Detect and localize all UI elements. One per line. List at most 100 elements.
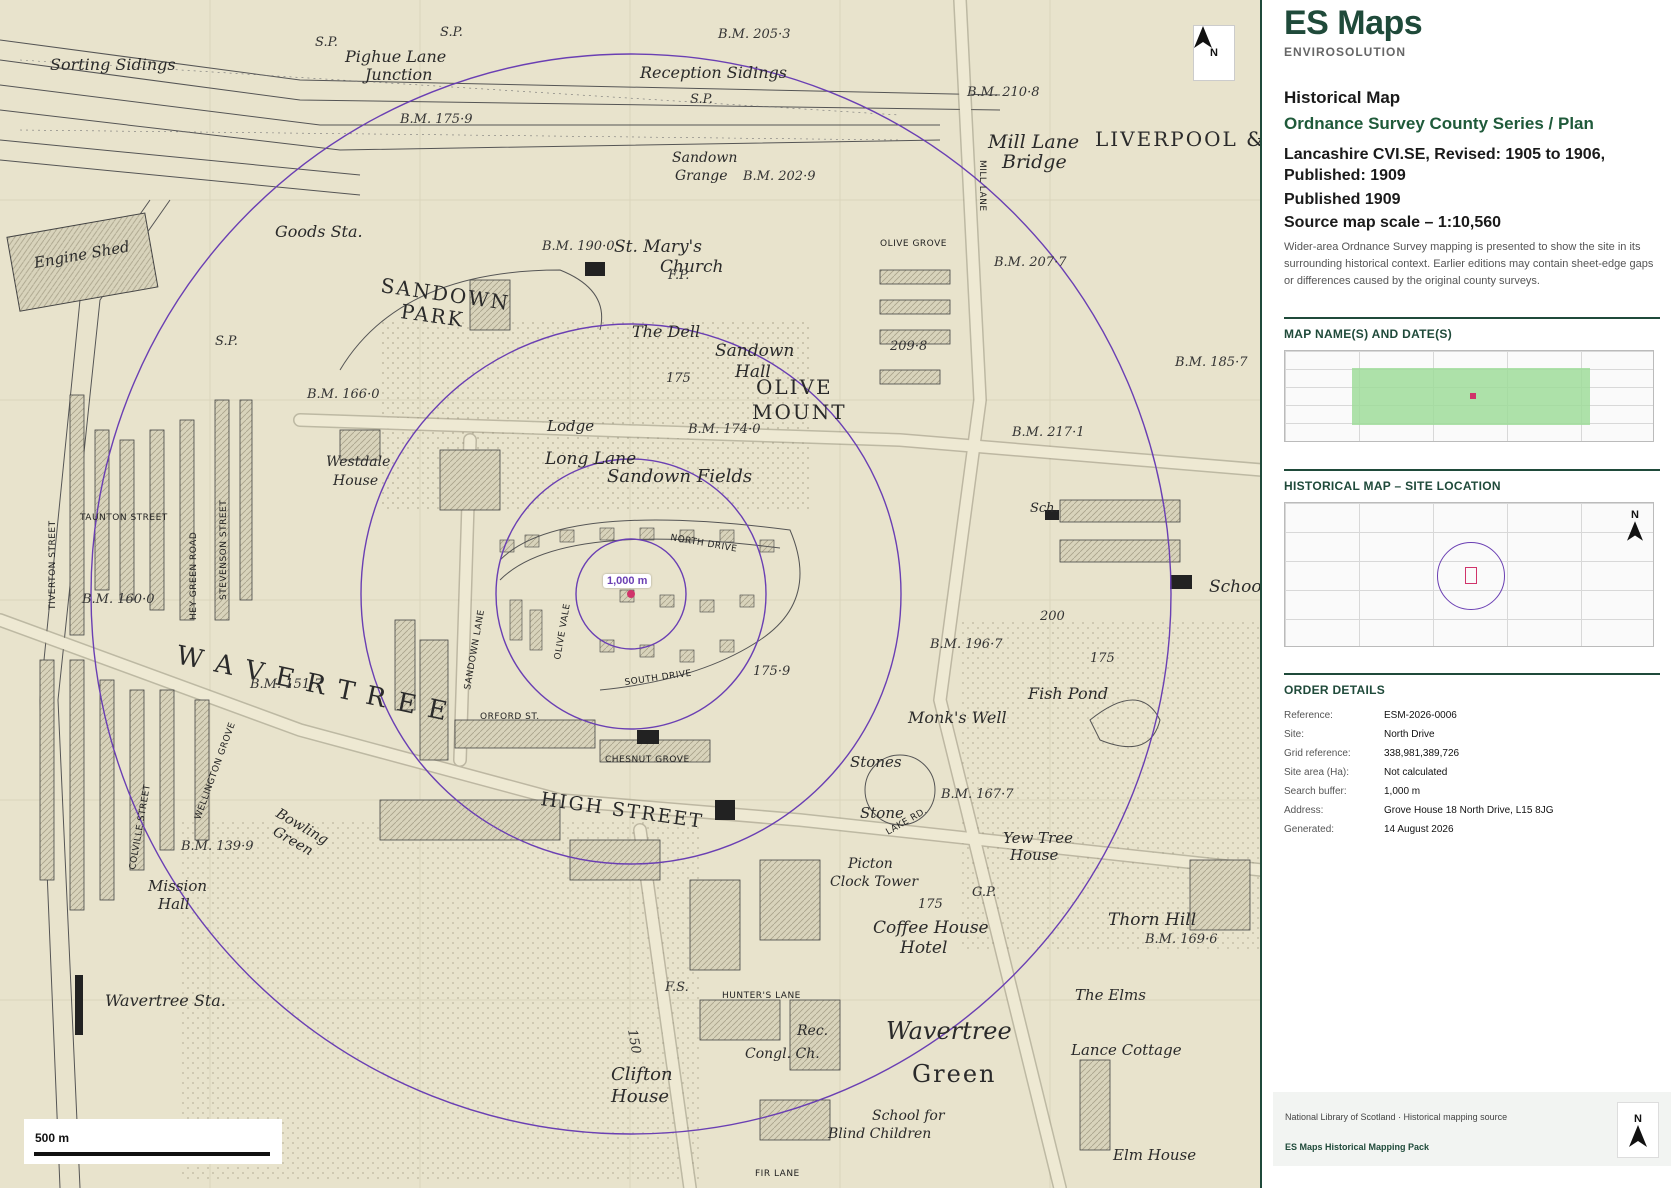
scale-bar-line <box>34 1152 270 1156</box>
map-label-picton-1: Picton <box>847 856 893 872</box>
map-label-coffee-2: Hotel <box>899 938 947 958</box>
map-label-mill-lane-bridge-2: Bridge <box>1001 151 1067 173</box>
order-value: 338,981,389,726 <box>1384 748 1460 759</box>
map-label-mission-2: Hall <box>157 895 190 913</box>
order-key: Search buffer: <box>1284 786 1347 797</box>
order-value: North Drive <box>1384 729 1435 740</box>
map-label-bm-202: B.M. 202·9 <box>742 169 815 184</box>
map-label-olive-grove: OLIVE GROVE <box>880 239 947 249</box>
map-label-sandown-fields: Sandown Fields <box>607 466 752 487</box>
map-label-hunters-lane: HUNTER'S LANE <box>722 991 801 1001</box>
map-label-stone: Stone <box>860 804 904 822</box>
map-label-bm-160: B.M. 160·0 <box>81 592 154 607</box>
order-value: 1,000 m <box>1384 786 1421 797</box>
order-key: Reference: <box>1284 710 1333 721</box>
order-row: Address: Grove House 18 North Drive, L15 … <box>1284 802 1654 821</box>
footer-source: National Library of Scotland · Historica… <box>1285 1112 1508 1122</box>
map-label-lance-cottage: Lance Cottage <box>1070 1041 1182 1059</box>
map-label-rec: Rec. <box>796 1023 828 1039</box>
map-label-school-blind-1: School for <box>872 1108 946 1124</box>
order-key: Site area (Ha): <box>1284 767 1350 778</box>
map-label-h175a: 175 <box>666 371 691 386</box>
map-label-sorting-sidings: Sorting Sidings <box>50 55 176 74</box>
map-label-bm-174: B.M. 174·0 <box>687 422 760 437</box>
map-label-bm-207: B.M. 207·7 <box>993 255 1067 270</box>
map-label-bm-167: B.M. 167·7 <box>940 787 1014 802</box>
map-label-the-elms: The Elms <box>1075 986 1146 1004</box>
map-label-wavertree-green-2: Green <box>912 1060 997 1088</box>
map-label-reception-sidings: Reception Sidings <box>639 63 787 82</box>
map-label-gp: G.P. <box>972 885 996 900</box>
site-marker <box>1470 393 1476 399</box>
map-label-sp3: S.P. <box>690 92 713 107</box>
map-label-orford-st: ORFORD ST. <box>480 712 540 722</box>
map-label-sp4: S.P. <box>215 334 238 349</box>
map-label-bm-185: B.M. 185·7 <box>1174 355 1248 370</box>
map-label-tiverton-street: TIVERTON STREET <box>48 520 58 611</box>
map-label-mission-1: Mission <box>147 877 207 895</box>
map-label-mill-lane-bridge-1: Mill Lane <box>987 131 1079 153</box>
map-label-chesnut-grove: CHESNUT GROVE <box>605 755 690 765</box>
scale-bar: 500 m <box>24 1119 282 1164</box>
source-scale: Source map scale – 1:10,560 <box>1284 214 1502 231</box>
map-label-sp2: S.P. <box>440 25 463 40</box>
map-label-yew-tree-2: House <box>1009 846 1058 864</box>
north-label: N <box>1210 47 1218 59</box>
map-label-hey-green-road: HEY GREEN ROAD <box>189 532 199 620</box>
map-label-school: School <box>1209 577 1262 597</box>
north-arrow-icon <box>1627 521 1643 541</box>
map-label-yew-tree-1: Yew Tree <box>1003 829 1073 847</box>
coverage-thumbnail[interactable] <box>1284 350 1654 442</box>
footer-north-arrow: N <box>1617 1102 1659 1158</box>
map-label-h200: 200 <box>1039 609 1065 624</box>
north-label: N <box>1631 509 1639 521</box>
map-label-bm-166: B.M. 166·0 <box>306 387 379 402</box>
section-map-names: MAP NAME(S) AND DATE(S) <box>1284 317 1660 341</box>
map-label-st-marys-1: St. Mary's <box>614 237 702 257</box>
map-label-clifton-1: Clifton <box>611 1064 673 1085</box>
map-label-olive-mount-2: MOUNT <box>752 400 847 424</box>
map-label-the-dell: The Dell <box>632 322 700 341</box>
map-label-school-blind-2: Blind Children <box>827 1126 931 1142</box>
order-value: ESM-2026-0006 <box>1384 710 1457 721</box>
map-label-bm-139: B.M. 139·9 <box>180 839 253 854</box>
historical-map[interactable]: Sorting Sidings Pighue Lane Junction Recept… <box>0 0 1262 1188</box>
map-label-bm-196: B.M. 196·7 <box>929 637 1003 652</box>
brand-subtitle: ENVIROSOLUTION <box>1284 45 1407 59</box>
order-row: Generated: 14 August 2026 <box>1284 821 1654 840</box>
map-description: Wider-area Ordnance Survey mapping is pr… <box>1284 241 1654 287</box>
map-label-taunton-street: TAUNTON STREET <box>79 513 168 523</box>
map-label-h175c: 175 <box>918 897 943 912</box>
map-label-sandown-grange-2: Grange <box>675 168 728 184</box>
map-label-wavertree-sta: Wavertree Sta. <box>105 991 226 1010</box>
info-panel: ES Maps ENVIROSOLUTION Historical Map Or… <box>1264 0 1680 1188</box>
order-row: Search buffer: 1,000 m <box>1284 783 1654 802</box>
map-sheet: Lancashire CVI.SE, Revised: 1905 to 1906… <box>1284 146 1606 184</box>
map-label-bm-210: B.M. 210·8 <box>966 85 1039 100</box>
footer-pack: ES Maps Historical Mapping Pack <box>1285 1142 1430 1152</box>
order-value: Grove House 18 North Drive, L15 8JG <box>1384 805 1554 816</box>
map-label-liverpool: LIVERPOOL & <box>1095 127 1262 151</box>
map-label-pighue-lane-junction-1: Pighue Lane <box>344 47 446 66</box>
panel-footer: National Library of Scotland · Historica… <box>1273 1092 1671 1166</box>
map-label-sandown-hall-1: Sandown <box>715 341 794 361</box>
location-thumbnail[interactable]: N <box>1284 502 1654 647</box>
map-label-goods-sta: Goods Sta. <box>275 222 363 241</box>
buffer-distance-label: 1,000 m <box>603 574 652 588</box>
map-label-sch: Sch. <box>1030 501 1059 516</box>
map-label-picton-2: Clock Tower <box>830 874 919 890</box>
map-label-sp1: S.P. <box>315 35 338 50</box>
map-label-fish-pond: Fish Pond <box>1027 684 1108 703</box>
north-label: N <box>1634 1113 1642 1125</box>
map-label-mill-lane: MILL LANE <box>977 160 987 212</box>
section-site-location: HISTORICAL MAP – SITE LOCATION <box>1284 469 1660 493</box>
map-title: Historical Map <box>1284 88 1401 107</box>
map-series: Ordnance Survey County Series / Plan <box>1284 114 1594 133</box>
section-order-details: ORDER DETAILS <box>1284 673 1660 697</box>
map-label-olive-mount-1: OLIVE <box>756 375 833 399</box>
brand-logo: ES Maps <box>1284 4 1423 42</box>
map-label-h175d: 175·9 <box>753 664 790 679</box>
thumbnail-north-arrow: N <box>1627 509 1643 541</box>
map-label-monks-well: Monk's Well <box>907 708 1007 727</box>
order-value: 14 August 2026 <box>1384 824 1454 835</box>
